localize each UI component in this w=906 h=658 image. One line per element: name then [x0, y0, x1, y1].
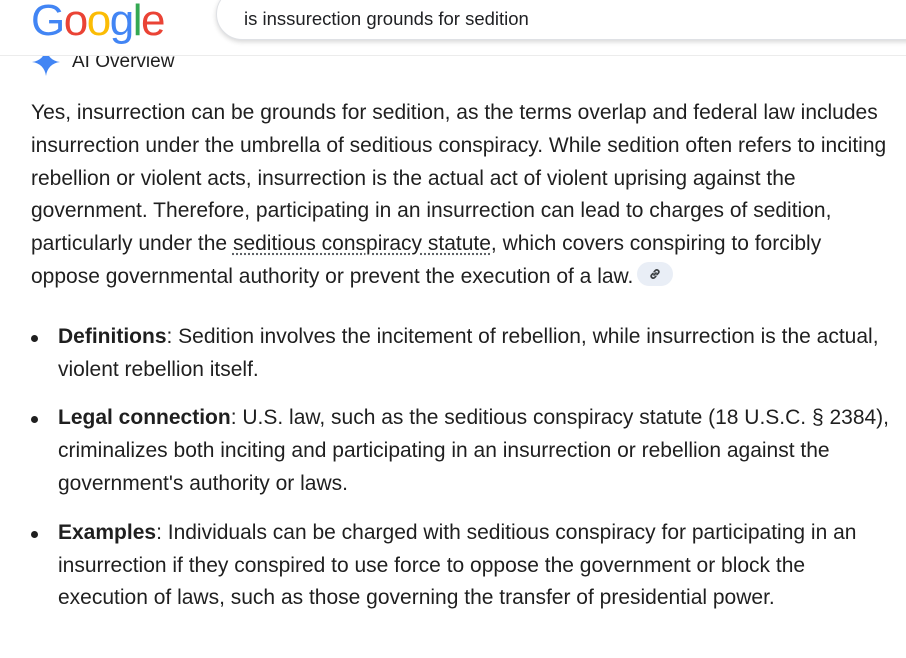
search-header: Google: [0, 0, 906, 56]
bullet-dot: [31, 530, 38, 538]
bullet-text: : Sedition involves the incitement of re…: [58, 324, 879, 381]
logo-letter: l: [132, 0, 143, 45]
bullet-term: Examples: [58, 520, 157, 544]
list-item: Examples: Individuals can be charged wit…: [31, 517, 893, 615]
intro-paragraph: Yes, insurrection can be grounds for sed…: [31, 97, 893, 294]
bullet-list: Definitions: Sedition involves the incit…: [31, 321, 893, 615]
search-input[interactable]: [244, 8, 864, 30]
bullet-dot: [31, 334, 38, 342]
source-link-chip[interactable]: [637, 261, 674, 286]
list-item: Legal connection: U.S. law, such as the …: [31, 402, 893, 500]
google-logo[interactable]: Google: [31, 0, 165, 49]
link-icon: [650, 269, 661, 279]
logo-letter: G: [31, 0, 65, 45]
logo-letter: o: [63, 0, 88, 45]
bullet-term: Legal connection: [58, 406, 231, 430]
list-item: Definitions: Sedition involves the incit…: [31, 321, 893, 387]
ai-overview-content: Yes, insurrection can be grounds for sed…: [31, 97, 893, 631]
logo-letter: g: [109, 0, 134, 45]
logo-letter: o: [86, 0, 111, 45]
seditious-conspiracy-statute-link[interactable]: seditious conspiracy statute: [233, 232, 491, 255]
logo-letter: e: [140, 0, 165, 45]
bullet-dot: [31, 416, 38, 424]
bullet-term: Definitions: [58, 324, 167, 348]
bullet-text: : Individuals can be charged with sediti…: [58, 520, 857, 610]
